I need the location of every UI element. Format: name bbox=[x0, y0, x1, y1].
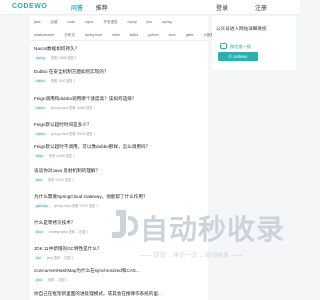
question-title[interactable]: Feign默认超时不调用，可以像dubbo那样，怎么调用吗？ bbox=[34, 144, 150, 150]
question-tag[interactable]: gateway bbox=[34, 204, 50, 208]
question-meta: feign 查看 11468 回复 1 bbox=[34, 153, 150, 158]
question-tag[interactable]: dubbo bbox=[34, 79, 47, 83]
watermark: 自动秒收录 —— 提交 →来访一次 →自动收录 —— bbox=[112, 208, 286, 259]
question-stats: spring cloud 查看 15104 回复 1 bbox=[50, 132, 95, 136]
question-tag[interactable]: spring bbox=[34, 56, 47, 60]
question-meta: spring 查看 10355 回复 1 bbox=[34, 55, 81, 60]
tag-filter-item[interactable]: spring bbox=[162, 20, 172, 24]
watermark-title: 自动秒收录 bbox=[140, 214, 286, 245]
tag-filter-item[interactable]: linux bbox=[169, 33, 176, 37]
question-tag[interactable]: jvm bbox=[34, 256, 43, 260]
question-stats: 查看 12731 回复 1 bbox=[47, 178, 74, 182]
question-meta: dubbo 查看 1000 回复 1 bbox=[34, 78, 109, 83]
question-stats: netamg kafka 查看 ... 回复 1 bbox=[48, 230, 89, 234]
question-item[interactable]: Feign默认超时不调用，可以像dubbo那样，怎么调用吗？ feign 查看 1… bbox=[34, 144, 150, 158]
question-tag[interactable]: dubbo bbox=[34, 106, 47, 110]
question-tag[interactable]: feign bbox=[34, 154, 45, 158]
main-nav: 问答 推荐 bbox=[71, 3, 119, 12]
tag-filter-row: elasticsearch 分布式 spring boot redis kafk… bbox=[34, 33, 240, 38]
login-link[interactable]: 登录 bbox=[216, 3, 228, 12]
tag-filter-item[interactable]: python bbox=[148, 33, 159, 37]
top-nav-bar: CODEWO 问答 推荐 登录 注册 bbox=[0, 0, 300, 15]
tag-filter-item[interactable]: spring boot bbox=[85, 33, 102, 37]
question-title[interactable]: 什么是零拷贝技术？ bbox=[34, 220, 92, 226]
wechat-label: 微信搜一搜 bbox=[230, 44, 251, 49]
tag-filter-item[interactable]: nginx bbox=[85, 20, 93, 24]
question-tag[interactable]: java bbox=[34, 178, 44, 182]
tag-filter-item[interactable]: jvm bbox=[147, 20, 152, 24]
tag-filter-item[interactable]: kafka bbox=[130, 33, 138, 37]
question-meta: dubbo spring cloud 查看 13368 回复 1 bbox=[34, 105, 136, 110]
question-tag[interactable]: dubbo bbox=[34, 132, 47, 136]
question-item[interactable]: 为什么需要SpringCloud Gateway，他能帮了什么作用？ gatew… bbox=[34, 194, 148, 208]
question-title[interactable]: Feign调用和dubbo调用哪个速度高？该如何选择？ bbox=[34, 96, 136, 102]
question-item[interactable]: JDK 11中新增的GC特性是什么？ jvm java 查看 ... 回复 1 bbox=[34, 246, 102, 260]
sidebar-title: 公众号进入网站详细要统 bbox=[216, 26, 267, 31]
question-item[interactable]: Nacos数据如何持久？ spring 查看 10355 回复 1 bbox=[34, 46, 81, 60]
question-item[interactable]: ConcurrentHashMap为什么在synchronized和CAS...… bbox=[34, 268, 140, 282]
tag-filter-item[interactable]: 分布式 bbox=[64, 33, 75, 37]
question-item[interactable]: 什么是零拷贝技术？ linux netamg kafka 查看 ... 回复 1 bbox=[34, 220, 92, 234]
question-item[interactable]: Feign调用和dubbo调用哪个速度高？该如何选择？ dubbo spring … bbox=[34, 96, 136, 110]
question-tag[interactable]: linux bbox=[34, 230, 45, 234]
question-item[interactable]: 你自己在框架新里面的进处理模式，或其会在搜哪作系统的里... bbox=[34, 291, 162, 297]
divider bbox=[30, 40, 208, 41]
question-item[interactable]: Dubbo 在安全机制方面如何实现的？ dubbo 查看 1000 回复 1 bbox=[34, 69, 109, 83]
sidebar-panel: 公众号进入网站详细要统 微信搜一搜 © codewo bbox=[212, 16, 296, 70]
question-title[interactable]: Feign默认超时时间是多少？ bbox=[34, 122, 99, 128]
tag-filter-item[interactable]: java bbox=[34, 20, 40, 24]
watermark-subtitle: —— 提交 →来访一次 →自动收录 —— bbox=[140, 253, 243, 259]
question-meta: java 查看 12731 回复 1 bbox=[34, 177, 100, 182]
tag-filter-item[interactable]: elasticsearch bbox=[34, 33, 54, 37]
question-title[interactable]: ConcurrentHashMap为什么在synchronized和CAS... bbox=[34, 268, 140, 274]
question-item[interactable]: Feign默认超时时间是多少？ dubbo spring cloud 查看 151… bbox=[34, 122, 99, 136]
question-stats: 查看 ... 回复 1 bbox=[47, 278, 68, 282]
question-stats: java 查看 ... 回复 1 bbox=[46, 256, 74, 260]
wechat-search-button[interactable]: © codewo bbox=[218, 52, 258, 61]
nav-item-questions[interactable]: 问答 bbox=[71, 6, 83, 12]
question-meta: linux netamg kafka 查看 ... 回复 1 bbox=[34, 229, 92, 234]
question-item[interactable]: 谈谈你对Java 反射机制的理解？ java 查看 12731 回复 1 bbox=[34, 168, 100, 182]
tag-filter-item[interactable]: node bbox=[67, 20, 75, 24]
question-stats: 查看 10355 回复 1 bbox=[50, 56, 77, 60]
question-title[interactable]: 你自己在框架新里面的进处理模式，或其会在搜哪作系统的里... bbox=[34, 291, 162, 297]
question-title[interactable]: Dubbo 在安全机制方面如何实现的？ bbox=[34, 69, 109, 75]
question-title[interactable]: 谈谈你对Java 反射机制的理解？ bbox=[34, 168, 100, 174]
tag-filter-item[interactable]: 开发语言 bbox=[104, 20, 118, 24]
question-stats: spring cloud 查看 13368 回复 1 bbox=[50, 106, 95, 110]
question-stats: 查看 1000 回复 1 bbox=[50, 79, 76, 83]
question-meta: java 查看 ... 回复 1 bbox=[34, 277, 140, 282]
tag-filter-item[interactable]: redis bbox=[112, 33, 120, 37]
site-logo[interactable]: CODEWO bbox=[12, 3, 47, 10]
register-link[interactable]: 注册 bbox=[255, 3, 267, 12]
question-stats: spring cloud 查看 10372 回复 1 bbox=[53, 204, 98, 208]
watermark-logo-icon bbox=[112, 210, 139, 238]
tag-filter-item[interactable]: mysql bbox=[128, 20, 137, 24]
tag-filter-item[interactable]: 后端 bbox=[50, 20, 57, 24]
wechat-icon bbox=[220, 43, 227, 49]
question-tag[interactable]: java bbox=[34, 278, 44, 282]
question-stats: 查看 11468 回复 1 bbox=[48, 154, 75, 158]
question-meta: jvm java 查看 ... 回复 1 bbox=[34, 255, 102, 260]
tag-filter-row: java 后端 node nginx 开发语言 mysql jvm spring bbox=[34, 20, 181, 25]
nav-item-recommend[interactable]: 推荐 bbox=[96, 6, 108, 12]
question-title[interactable]: JDK 11中新增的GC特性是什么？ bbox=[34, 246, 102, 252]
question-title[interactable]: Nacos数据如何持久？ bbox=[34, 46, 81, 52]
question-title[interactable]: 为什么需要SpringCloud Gateway，他能帮了什么作用？ bbox=[34, 194, 148, 200]
question-meta: dubbo spring cloud 查看 15104 回复 1 bbox=[34, 131, 99, 136]
tag-filter-item[interactable]: gitee bbox=[186, 33, 194, 37]
